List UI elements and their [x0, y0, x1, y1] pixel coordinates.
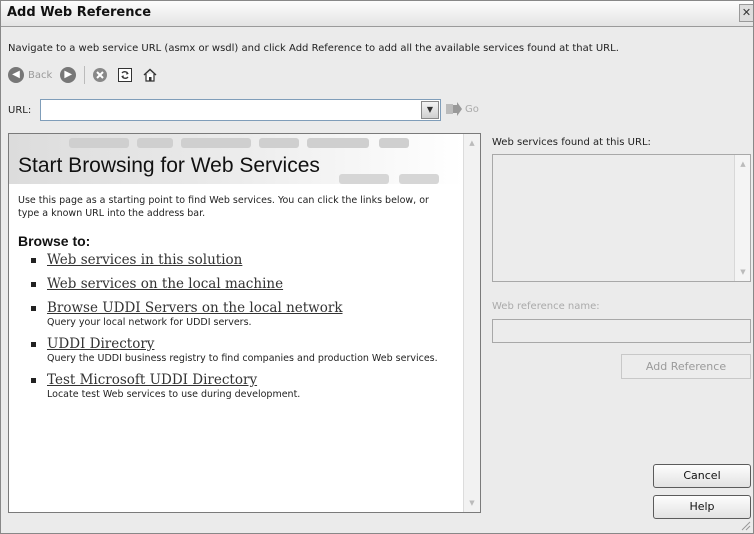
back-label: Back	[28, 69, 53, 81]
stop-icon[interactable]	[92, 67, 108, 83]
page-title: Start Browsing for Web Services	[18, 154, 320, 177]
list-item: Web services on the local machine	[29, 276, 459, 293]
add-web-reference-dialog: Add Web Reference ✕ Navigate to a web se…	[0, 0, 754, 534]
help-button[interactable]: Help	[653, 495, 751, 519]
resize-grip-icon[interactable]	[739, 519, 751, 531]
instructions-text: Navigate to a web service URL (asmx or w…	[8, 43, 619, 54]
browser-scrollbar[interactable]: ▲ ▼	[463, 134, 480, 512]
scroll-up-icon[interactable]: ▲	[736, 157, 750, 171]
link-web-services-in-solution[interactable]: Web services in this solution	[47, 252, 459, 269]
browse-links-list: Web services in this solution Web servic…	[29, 252, 459, 408]
link-test-microsoft-uddi[interactable]: Test Microsoft UDDI Directory	[47, 372, 459, 389]
link-uddi-directory[interactable]: UDDI Directory	[47, 336, 459, 353]
services-found-label: Web services found at this URL:	[492, 137, 651, 148]
scroll-down-icon[interactable]: ▼	[465, 496, 479, 510]
url-label: URL:	[8, 105, 32, 116]
link-web-services-local-machine[interactable]: Web services on the local machine	[47, 276, 459, 293]
web-reference-name-label: Web reference name:	[492, 301, 600, 312]
close-icon[interactable]: ✕	[739, 4, 753, 22]
navigation-toolbar: ◀ Back ▶	[8, 64, 167, 86]
link-description: Query the UDDI business registry to find…	[47, 353, 438, 364]
web-reference-name-field[interactable]	[492, 319, 751, 343]
scroll-down-icon[interactable]: ▼	[736, 265, 750, 279]
url-input[interactable]	[41, 100, 411, 120]
forward-icon: ▶	[60, 67, 77, 83]
list-item: Browse UDDI Servers on the local network…	[29, 300, 459, 329]
back-button[interactable]: ◀ Back	[8, 67, 52, 83]
browse-to-heading: Browse to:	[18, 233, 91, 249]
list-item: UDDI Directory Query the UDDI business r…	[29, 336, 459, 365]
home-icon[interactable]	[142, 67, 158, 83]
url-combobox[interactable]: ▼	[40, 99, 441, 121]
services-found-list[interactable]: ▲ ▼	[492, 154, 751, 282]
cancel-button[interactable]: Cancel	[653, 464, 751, 488]
go-button[interactable]: Go	[445, 101, 479, 117]
forward-button[interactable]: ▶	[60, 67, 77, 83]
scroll-up-icon[interactable]: ▲	[465, 136, 479, 150]
toolbar-separator	[84, 66, 86, 84]
list-item: Test Microsoft UDDI Directory Locate tes…	[29, 372, 459, 401]
add-reference-button[interactable]: Add Reference	[621, 354, 751, 379]
chevron-down-icon[interactable]: ▼	[421, 101, 439, 119]
link-description: Query your local network for UDDI server…	[47, 317, 252, 328]
list-item: Web services in this solution	[29, 252, 459, 269]
link-description: Locate test Web services to use during d…	[47, 389, 301, 400]
browser-pane: Start Browsing for Web Services Use this…	[8, 133, 481, 513]
refresh-icon[interactable]	[117, 67, 133, 83]
intro-text: Use this page as a starting point to fin…	[18, 195, 429, 219]
go-arrow-icon	[445, 101, 463, 117]
go-label: Go	[465, 103, 479, 115]
back-icon: ◀	[8, 67, 24, 83]
link-browse-uddi-local-network[interactable]: Browse UDDI Servers on the local network	[47, 300, 459, 317]
services-list-scrollbar[interactable]: ▲ ▼	[734, 155, 750, 281]
title-bar: Add Web Reference ✕	[1, 1, 753, 27]
dialog-title: Add Web Reference	[7, 5, 152, 20]
